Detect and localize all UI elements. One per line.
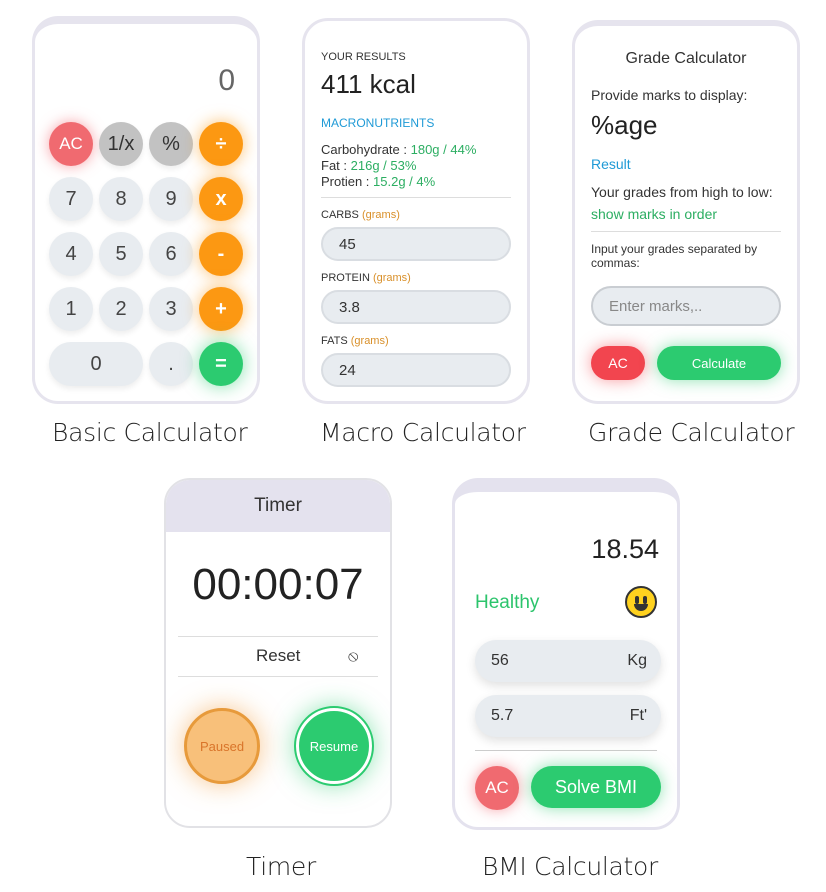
bmi-ac-button[interactable]: AC (475, 766, 519, 810)
height-value: 5.7 (491, 707, 514, 724)
grade-ac-button[interactable]: AC (591, 346, 645, 380)
carb-value: 180g / 44% (410, 142, 477, 157)
key-percent-button[interactable]: % (149, 122, 193, 166)
key-reciprocal-button[interactable]: 1/x (99, 122, 143, 166)
protein-label: Protien : (321, 174, 374, 189)
timer-header: Timer (166, 480, 390, 532)
key-decimal-button[interactable]: . (149, 342, 193, 386)
basic-calculator-caption: Basic Calculator (52, 418, 248, 447)
key-multiply-button[interactable]: x (199, 177, 243, 221)
protein-row: Protien : 15.2g / 4% (321, 174, 435, 189)
timer-card: Timer 00:00:07 Reset ⦸ Paused Resume (164, 478, 392, 828)
key-7-button[interactable]: 7 (49, 177, 93, 221)
macro-calculator-caption: Macro Calculator (320, 418, 526, 447)
weight-value: 56 (491, 652, 509, 669)
divider (178, 636, 378, 637)
grades-order-text: Your grades from high to low: (591, 184, 773, 200)
result-label: Result (591, 156, 631, 172)
fats-input[interactable]: 24 (321, 353, 511, 387)
key-minus-button[interactable]: - (199, 232, 243, 276)
carbs-label-text: CARBS (321, 209, 362, 221)
solve-bmi-button[interactable]: Solve BMI (531, 766, 661, 808)
kcal-value: 411 kcal (321, 69, 416, 99)
divider (178, 676, 378, 677)
protein-field-label: PROTEIN (grams) (321, 272, 411, 284)
macronutrients-title: MACRONUTRIENTS (321, 116, 435, 130)
carbs-unit: (grams) (361, 209, 400, 221)
key-equals-button[interactable]: = (199, 342, 243, 386)
provide-marks-text: Provide marks to display: (591, 87, 748, 103)
key-ac-button[interactable]: AC (49, 122, 93, 166)
divider (321, 197, 511, 198)
key-6-button[interactable]: 6 (149, 232, 193, 276)
basic-display: 0 (218, 64, 235, 97)
timer-caption: Timer (246, 852, 316, 881)
basic-calculator-card: 0 AC 1/x% ÷ 7 8 9 x 4 5 6- 1 2 3 +0. = (32, 16, 260, 404)
protein-value: 15.2g / 4% (373, 174, 436, 189)
grade-title: Grade Calculator (625, 50, 747, 67)
fats-field-label: FATS (grams) (321, 335, 389, 347)
show-marks-text: show marks in order (591, 206, 718, 222)
protein-unit: (grams) (372, 272, 411, 284)
key-9-button[interactable]: 9 (149, 177, 193, 221)
key-2-button[interactable]: 2 (99, 287, 143, 331)
key-1-button[interactable]: 1 (49, 287, 93, 331)
fat-row: Fat : 216g / 53% (321, 158, 416, 173)
fat-label: Fat : (321, 158, 351, 173)
macro-calculator-card: YOUR RESULTS 411 kcal MACRONUTRIENTS Car… (302, 18, 530, 404)
bmi-status: Healthy (475, 592, 540, 613)
carbs-input[interactable]: 45 (321, 227, 511, 261)
height-unit: Ft' (629, 707, 647, 724)
key-0-button[interactable]: 0 (49, 342, 143, 386)
fat-value: 216g / 53% (350, 158, 417, 173)
percentage-display: %age (591, 110, 658, 140)
divider (591, 231, 781, 232)
grade-calculator-card: Grade Calculator Provide marks to displa… (572, 20, 800, 404)
reset-icon[interactable]: ⦸ (348, 648, 358, 666)
weight-input[interactable]: 56 Kg (475, 640, 661, 682)
protein-label-text: PROTEIN (321, 272, 373, 284)
timer-display: 00:00:07 (192, 560, 364, 609)
key-8-button[interactable]: 8 (99, 177, 143, 221)
smiley-icon (625, 586, 657, 618)
fats-label-text: FATS (321, 335, 351, 347)
bmi-value: 18.54 (591, 534, 659, 564)
key-5-button[interactable]: 5 (99, 232, 143, 276)
carbs-field-label: CARBS (grams) (321, 209, 400, 221)
key-4-button[interactable]: 4 (49, 232, 93, 276)
protein-input[interactable]: 3.8 (321, 290, 511, 324)
carb-label: Carbohydrate : (321, 142, 411, 157)
key-plus-button[interactable]: + (199, 287, 243, 331)
grade-calculator-caption: Grade Calculator (588, 418, 795, 447)
key-3-button[interactable]: 3 (149, 287, 193, 331)
carb-row: Carbohydrate : 180g / 44% (321, 142, 476, 157)
marks-input[interactable]: Enter marks,.. (591, 286, 781, 326)
bmi-calculator-card: 18.54 Healthy 56 Kg 5.7 Ft' AC Solve BMI (452, 478, 680, 830)
reset-button[interactable]: Reset (256, 646, 300, 666)
key-divide-button[interactable]: ÷ (199, 122, 243, 166)
divider (475, 750, 657, 751)
fats-unit: (grams) (350, 335, 389, 347)
bmi-calculator-caption: BMI Calculator (482, 852, 659, 881)
input-instruction: Input your grades separated by commas: (591, 242, 758, 270)
height-input[interactable]: 5.7 Ft' (475, 695, 661, 737)
results-label: YOUR RESULTS (321, 51, 406, 63)
weight-unit: Kg (627, 652, 647, 669)
resume-button[interactable]: Resume (294, 706, 374, 786)
paused-button[interactable]: Paused (184, 708, 260, 784)
calculate-button[interactable]: Calculate (657, 346, 781, 380)
